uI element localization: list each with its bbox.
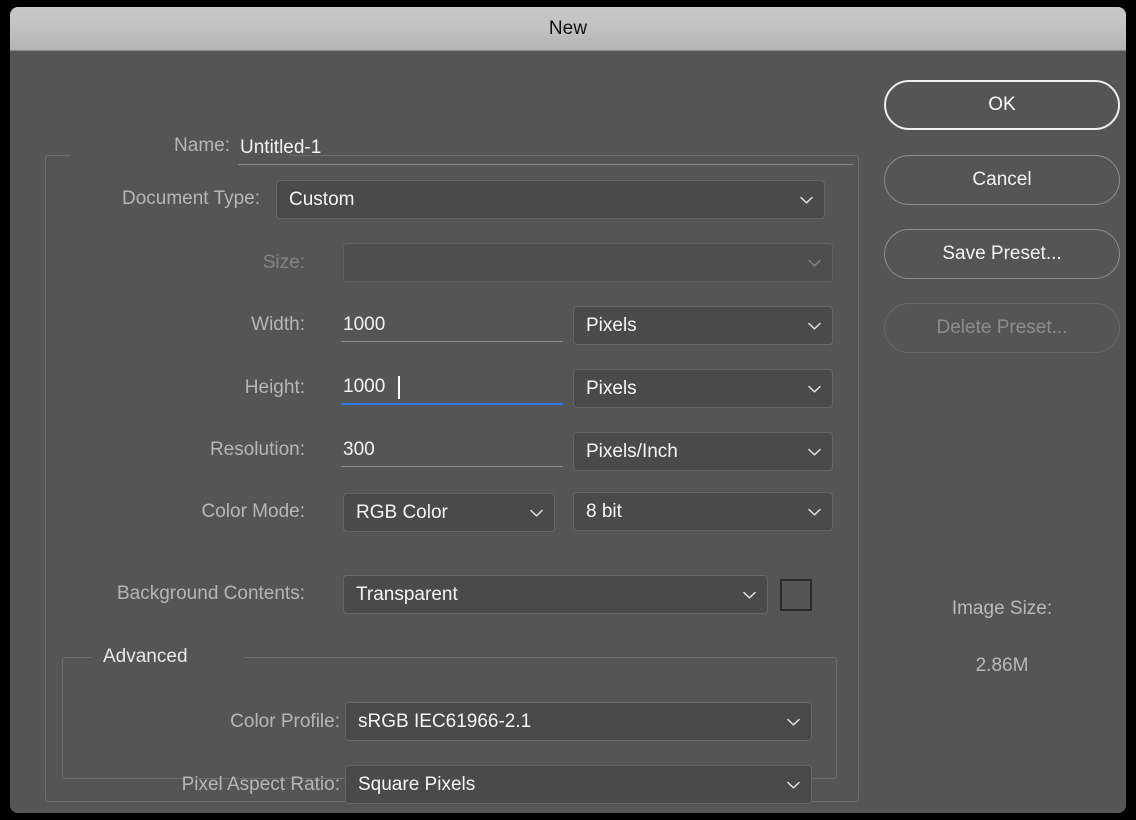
pixel-aspect-ratio-label: Pixel Aspect Ratio:	[95, 774, 340, 796]
height-unit-dropdown[interactable]: Pixels	[573, 369, 833, 408]
background-contents-dropdown[interactable]: Transparent	[343, 575, 768, 614]
chevron-down-icon	[743, 591, 756, 599]
name-input[interactable]	[238, 133, 853, 165]
chevron-down-icon	[530, 509, 543, 517]
save-preset-button[interactable]: Save Preset...	[884, 229, 1120, 279]
chevron-down-icon	[808, 322, 821, 330]
chevron-down-icon	[808, 259, 821, 267]
ok-button[interactable]: OK	[884, 80, 1120, 130]
height-unit-value: Pixels	[586, 378, 637, 400]
color-mode-label: Color Mode:	[130, 501, 305, 523]
pixel-aspect-ratio-value: Square Pixels	[358, 774, 475, 796]
name-label: Name:	[70, 135, 230, 157]
width-unit-value: Pixels	[586, 315, 637, 337]
resolution-unit-dropdown[interactable]: Pixels/Inch	[573, 432, 833, 471]
color-mode-value: RGB Color	[356, 502, 448, 524]
chevron-down-icon	[787, 781, 800, 789]
color-profile-dropdown[interactable]: sRGB IEC61966-2.1	[345, 702, 812, 741]
height-input[interactable]	[341, 373, 563, 405]
color-mode-dropdown[interactable]: RGB Color	[343, 493, 555, 532]
chevron-down-icon	[808, 385, 821, 393]
color-profile-label: Color Profile:	[130, 711, 340, 733]
dialog-titlebar[interactable]: New	[10, 7, 1126, 51]
resolution-label: Resolution:	[105, 439, 305, 461]
background-contents-label: Background Contents:	[30, 583, 305, 605]
width-unit-dropdown[interactable]: Pixels	[573, 306, 833, 345]
document-type-value: Custom	[289, 189, 354, 211]
resolution-unit-value: Pixels/Inch	[586, 441, 678, 463]
document-type-dropdown[interactable]: Custom	[276, 180, 825, 219]
document-type-label: Document Type:	[60, 188, 260, 210]
height-label: Height:	[135, 377, 305, 399]
dialog-body: Name: Document Type: Custom Size: Width:…	[10, 51, 1126, 813]
delete-preset-button: Delete Preset...	[884, 303, 1120, 353]
image-size-label: Image Size:	[884, 598, 1120, 620]
background-color-swatch[interactable]	[780, 579, 812, 611]
size-dropdown	[343, 243, 833, 282]
advanced-legend: Advanced	[94, 646, 197, 668]
chevron-down-icon	[808, 508, 821, 516]
text-cursor	[398, 376, 400, 399]
color-depth-dropdown[interactable]: 8 bit	[573, 492, 833, 531]
color-depth-value: 8 bit	[586, 501, 622, 523]
resolution-input[interactable]	[341, 435, 563, 467]
new-document-dialog: New Name: Document Type: Custom Size: Wi…	[10, 7, 1126, 813]
chevron-down-icon	[800, 196, 813, 204]
pixel-aspect-ratio-dropdown[interactable]: Square Pixels	[345, 765, 812, 804]
width-label: Width:	[135, 314, 305, 336]
background-contents-value: Transparent	[356, 584, 458, 606]
size-label: Size:	[135, 252, 305, 274]
width-input[interactable]	[341, 310, 563, 342]
cancel-button[interactable]: Cancel	[884, 155, 1120, 205]
chevron-down-icon	[808, 448, 821, 456]
image-size-value: 2.86M	[884, 655, 1120, 677]
dialog-title: New	[10, 18, 1126, 40]
chevron-down-icon	[787, 718, 800, 726]
color-profile-value: sRGB IEC61966-2.1	[358, 711, 531, 733]
